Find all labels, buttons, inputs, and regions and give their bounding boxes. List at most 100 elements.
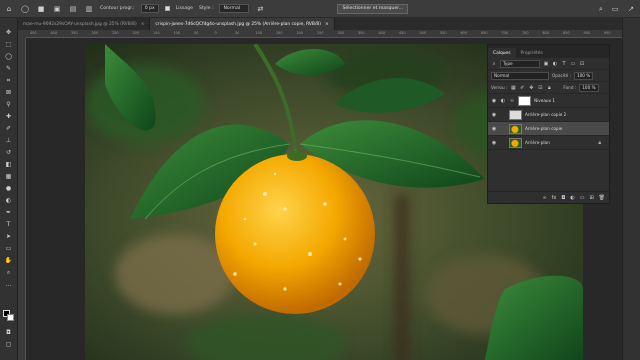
close-icon[interactable]: × [325,22,329,27]
ruler-tick-label: 100 [255,31,262,35]
ruler-tick-label: 150 [276,31,283,35]
ruler-tick-label: 200 [296,31,303,35]
blend-row: Normal Opacité : 100 % [488,70,609,82]
document-tab-label: mae-mu-9692s29sOAY-unsplash.jpg @ 25% (R… [23,21,137,27]
ruler-tick-label: 650 [481,31,488,35]
tools-panel: ✥ ⬚ ◯ ✎ ⌗ ⊠ ⚲ ✚ ✐ ⊥ ↺ ◧ ▦ ● ◐ ✒ T ➤ ▭ ✋ … [0,18,18,360]
shape-tool-icon[interactable]: ▭ [3,244,14,253]
pen-tool-icon[interactable]: ✒ [3,208,14,217]
gradient-tool-icon[interactable]: ▦ [3,172,14,181]
adjustment-layer-icon[interactable]: ◐ [570,195,574,201]
lock-all-icon[interactable]: 🔒︎ [546,85,552,91]
visibility-eye-icon[interactable]: ◉ [491,112,497,118]
ruler-tick-label: 400 [378,31,385,35]
eraser-tool-icon[interactable]: ◧ [3,160,14,169]
dodge-tool-icon[interactable]: ◐ [3,196,14,205]
fx-icon[interactable]: fx [552,195,557,201]
visibility-eye-icon[interactable]: ◉ [491,140,497,146]
lasso-icon[interactable]: ◯ [20,4,30,14]
intersect-selection-icon[interactable]: ▥ [84,4,94,14]
swap-icon[interactable]: ⇄ [255,4,265,14]
new-selection-icon[interactable]: ■ [36,4,46,14]
fill-input[interactable]: 100 % [579,83,599,92]
vertical-ruler[interactable] [18,38,26,360]
feather-input[interactable]: 0 px [140,4,159,13]
lasso-tool-icon[interactable]: ◯ [3,52,14,61]
panel-dock [622,18,640,360]
chain-link-icon: ∞ [509,97,515,104]
document-tab-active[interactable]: crispin-jones-7d6cQCfdg4o-unsplash.jpg @… [150,18,335,30]
layer-row[interactable]: ◉ ◐ ∞ Niveaux 1 [488,94,609,108]
layers-panel-tabs: Calques Propriétés [488,45,609,58]
layer-row-selected[interactable]: ◉ Arrière-plan copie [488,122,609,136]
background-color-swatch[interactable] [7,314,14,321]
layers-footer: ∞ fx ◘ ◐ ▭ ⊞ 🗑︎ [488,191,609,203]
layers-panel: Calques Propriétés ⌕ Type ▣ ◐ T ▭ ⊡ Norm… [487,44,610,204]
filter-shape-icon[interactable]: ▭ [570,61,576,67]
quick-mask-icon[interactable]: ◘ [3,328,14,337]
crop-tool-icon[interactable]: ⌗ [3,76,14,85]
brush-tool-icon[interactable]: ✐ [3,124,14,133]
zoom-tool-icon[interactable]: ⌕ [3,268,14,277]
ruler-tick-label: 250 [112,31,119,35]
visibility-eye-icon[interactable]: ◉ [491,98,497,104]
healing-tool-icon[interactable]: ✚ [3,112,14,121]
new-layer-icon[interactable]: ⊞ [589,195,593,201]
frame-tool-icon[interactable]: ⊠ [3,88,14,97]
ruler-tick-label: 600 [460,31,467,35]
style-select[interactable]: Normal [219,4,250,13]
add-selection-icon[interactable]: ▣ [52,4,62,14]
visibility-eye-icon[interactable]: ◉ [491,126,497,132]
quick-select-tool-icon[interactable]: ✎ [3,64,14,73]
more-tools-icon[interactable]: … [3,280,14,289]
marquee-tool-icon[interactable]: ⬚ [3,40,14,49]
lock-pixels-icon[interactable]: ▦ [510,85,516,91]
antialias-checkbox[interactable] [164,6,170,11]
new-group-icon[interactable]: ▭ [580,195,585,201]
workspace-icon[interactable]: ▭ [610,4,620,14]
move-tool-icon[interactable]: ✥ [3,28,14,37]
filter-adjustment-icon[interactable]: ◐ [552,61,558,67]
tab-properties[interactable]: Propriétés [516,48,548,58]
ruler-tick-label: 750 [522,31,529,35]
ruler-corner [18,30,26,38]
share-icon[interactable]: ↗ [626,4,636,14]
horizontal-ruler[interactable]: 450 400 350 300 250 200 150 100 50 0 50 100 150 200 25… [26,30,622,38]
lock-artboard-icon[interactable]: ⊡ [537,85,543,91]
layer-row[interactable]: ◉ Arrière-plan copie 2 [488,108,609,122]
layer-thumbnail [509,123,522,134]
search-icon[interactable]: ⌕ [596,4,606,14]
close-icon[interactable]: × [141,22,145,27]
filter-type-icon[interactable]: T [561,61,567,67]
tab-layers[interactable]: Calques [488,48,516,58]
select-and-mask-button[interactable]: Sélectionner et masquer... [337,3,409,14]
add-mask-icon[interactable]: ◘ [561,195,565,201]
home-icon[interactable]: ⌂ [4,4,14,14]
trash-icon[interactable]: 🗑︎ [599,195,605,201]
layer-row[interactable]: ◉ Arrière-plan 🔒︎ [488,136,609,150]
hand-tool-icon[interactable]: ✋ [3,256,14,265]
ruler-tick-label: 900 [583,31,590,35]
screen-mode-icon[interactable]: ▢ [3,340,14,349]
opacity-input[interactable]: 100 % [573,71,594,80]
layer-mask-thumbnail[interactable] [518,95,531,106]
document-tab[interactable]: mae-mu-9692s29sOAY-unsplash.jpg @ 25% (R… [18,18,151,30]
ruler-tick-label: 350 [358,31,365,35]
filter-smart-icon[interactable]: ⊡ [579,61,585,67]
blur-tool-icon[interactable]: ● [3,184,14,193]
stamp-tool-icon[interactable]: ⊥ [3,136,14,145]
document-tabs: mae-mu-9692s29sOAY-unsplash.jpg @ 25% (R… [18,18,622,30]
filter-pixel-icon[interactable]: ▣ [543,61,549,67]
lock-position-icon[interactable]: ✥ [528,85,534,91]
blend-mode-select[interactable]: Normal [491,71,549,80]
ruler-tick-label: 200 [132,31,139,35]
type-tool-icon[interactable]: T [3,220,14,229]
history-brush-tool-icon[interactable]: ↺ [3,148,14,157]
link-layers-icon[interactable]: ∞ [542,195,546,201]
subtract-selection-icon[interactable]: ▤ [68,4,78,14]
eyedropper-tool-icon[interactable]: ⚲ [3,100,14,109]
lock-paint-icon[interactable]: ✐ [519,85,525,91]
ruler-tick-label: 550 [440,31,447,35]
filter-type-select[interactable]: Type [500,59,540,68]
path-select-tool-icon[interactable]: ➤ [3,232,14,241]
